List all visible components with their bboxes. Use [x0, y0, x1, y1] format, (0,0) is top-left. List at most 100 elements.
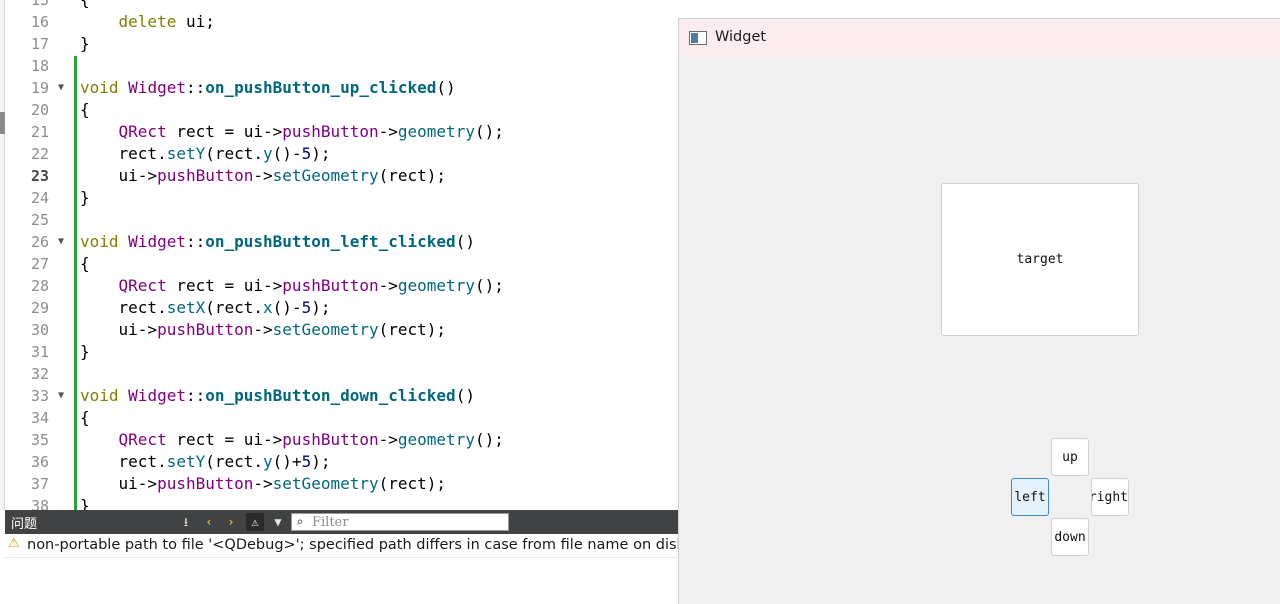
code-token: QRect	[118, 122, 167, 141]
code-token: ui	[243, 276, 264, 295]
code-token: }	[80, 34, 90, 53]
code-token: pushButton	[282, 276, 379, 295]
code-token: ()	[436, 78, 456, 97]
line-number: 21	[30, 123, 49, 141]
code-token: ->	[263, 276, 283, 295]
code-line[interactable]: 32	[0, 363, 680, 385]
code-line[interactable]: 16 delete ui;	[0, 11, 680, 33]
code-token: pushButton	[157, 166, 254, 185]
code-token: ()+	[272, 452, 302, 471]
code-line[interactable]: 15 {	[0, 0, 680, 11]
code-token: ->	[263, 430, 283, 449]
prev-icon[interactable]: ‹	[200, 513, 218, 531]
down-button[interactable]: down	[1051, 518, 1089, 556]
filter-field[interactable]: ⌕	[291, 513, 509, 531]
fold-arrow-icon[interactable]: ▼	[58, 77, 68, 99]
line-number: 22	[30, 145, 49, 163]
code-token: on_pushButton_up_clicked	[205, 78, 437, 97]
warning-icon: ⚠	[8, 536, 20, 551]
code-token: ->	[378, 122, 398, 141]
issues-panel: 问题 ⭳ ‹ › ⚠ ▼ ⌕ ⚠ non-portable path to fi…	[5, 510, 685, 604]
code-token: ->	[253, 320, 273, 339]
code-token: geometry	[397, 122, 475, 141]
code-text: }	[80, 187, 90, 209]
issues-toolbar: 问题 ⭳ ‹ › ⚠ ▼ ⌕	[5, 510, 680, 534]
code-text: QRect rect = ui->pushButton->geometry();	[80, 121, 504, 143]
code-token: geometry	[397, 276, 475, 295]
right-button[interactable]: right	[1091, 478, 1129, 516]
code-line[interactable]: 25	[0, 209, 680, 231]
code-editor[interactable]: 15{16 delete ui;17}1819▼void Widget::on_…	[0, 0, 680, 510]
code-line[interactable]: 35 QRect rect = ui->pushButton->geometry…	[0, 429, 680, 451]
code-line[interactable]: 26 ▼ void Widget::on_pushButton_left_click…	[0, 231, 680, 253]
code-line[interactable]: 27 {	[0, 253, 680, 275]
window-icon	[689, 31, 707, 45]
filter-icon[interactable]: ▼	[269, 513, 287, 531]
line-number: 38	[30, 497, 49, 510]
code-token: setX	[166, 298, 206, 317]
code-text: void Widget::on_pushButton_up_clicked()	[80, 77, 456, 99]
code-line[interactable]: 23 ui->pushButton->setGeometry(rect);	[0, 165, 680, 187]
code-line[interactable]: 20 {	[0, 99, 680, 121]
issue-row[interactable]: ⚠ non-portable path to file '<QDebug>'; …	[5, 534, 685, 558]
up-button[interactable]: up	[1051, 438, 1089, 476]
code-token: (rect.	[205, 452, 264, 471]
code-line[interactable]: 21 QRect rect = ui->pushButton->geometry…	[0, 121, 680, 143]
issues-title: 问题	[11, 517, 38, 532]
code-text: rect.setY(rect.y()-5);	[80, 143, 331, 165]
line-number: 37	[30, 475, 49, 493]
code-token: ::	[185, 386, 206, 405]
code-token: pushButton	[282, 122, 379, 141]
code-text: QRect rect = ui->pushButton->geometry();	[80, 275, 504, 297]
left-button[interactable]: left	[1011, 478, 1049, 516]
window-titlebar[interactable]: Widget	[679, 19, 1280, 57]
line-number: 17	[30, 35, 49, 53]
code-line[interactable]: 31}	[0, 341, 680, 363]
next-icon[interactable]: ›	[222, 513, 240, 531]
build-issues-icon[interactable]: ⭳	[177, 513, 195, 531]
code-line[interactable]: 22 rect.setY(rect.y()-5);	[0, 143, 680, 165]
target-button[interactable]: target	[941, 183, 1139, 336]
line-number: 34	[30, 409, 49, 427]
code-text: {	[80, 407, 90, 429]
code-line[interactable]: 17}	[0, 33, 680, 55]
code-line[interactable]: 34 {	[0, 407, 680, 429]
window-title: Widget	[715, 29, 767, 45]
code-text: void Widget::on_pushButton_left_clicked(…	[80, 231, 475, 253]
code-line[interactable]: 29 rect.setX(rect.x()-5);	[0, 297, 680, 319]
warning-filter-icon[interactable]: ⚠	[246, 513, 264, 531]
code-token: Widget	[128, 78, 186, 97]
line-number: 24	[30, 189, 49, 207]
code-line[interactable]: 19 ▼ void Widget::on_pushButton_up_clicked…	[0, 77, 680, 99]
code-text: QRect rect = ui->pushButton->geometry();	[80, 429, 504, 451]
code-line[interactable]: 36 rect.setY(rect.y()+5);	[0, 451, 680, 473]
code-token: (rect.	[205, 298, 264, 317]
code-text: ui->pushButton->setGeometry(rect);	[80, 319, 447, 341]
line-number: 18	[30, 57, 49, 75]
code-token: 5	[301, 452, 312, 471]
code-token: rect.	[80, 298, 167, 317]
code-line[interactable]: 24}	[0, 187, 680, 209]
code-line[interactable]: 38}	[0, 495, 680, 510]
code-text: void Widget::on_pushButton_down_clicked(…	[80, 385, 475, 407]
code-token: );	[311, 452, 331, 471]
fold-arrow-icon[interactable]: ▼	[58, 231, 68, 253]
issue-message: non-portable path to file '<QDebug>'; sp…	[27, 537, 685, 553]
code-line[interactable]: 18	[0, 55, 680, 77]
filter-input[interactable]	[312, 514, 506, 530]
code-line[interactable]: 28 QRect rect = ui->pushButton->geometry…	[0, 275, 680, 297]
code-line[interactable]: 33 ▼ void Widget::on_pushButton_down_click…	[0, 385, 680, 407]
code-line[interactable]: 37 ui->pushButton->setGeometry(rect);	[0, 473, 680, 495]
fold-arrow-icon[interactable]: ▼	[58, 385, 68, 407]
code-token: ->	[253, 166, 273, 185]
code-token: {	[80, 408, 90, 427]
code-line[interactable]: 30 ui->pushButton->setGeometry(rect);	[0, 319, 680, 341]
code-token: on_pushButton_left_clicked	[205, 232, 456, 251]
code-token: rect.	[80, 144, 167, 163]
code-token: void	[80, 78, 119, 97]
widget-window: Widget target up left right down	[678, 18, 1280, 604]
code-token: Widget	[128, 386, 186, 405]
